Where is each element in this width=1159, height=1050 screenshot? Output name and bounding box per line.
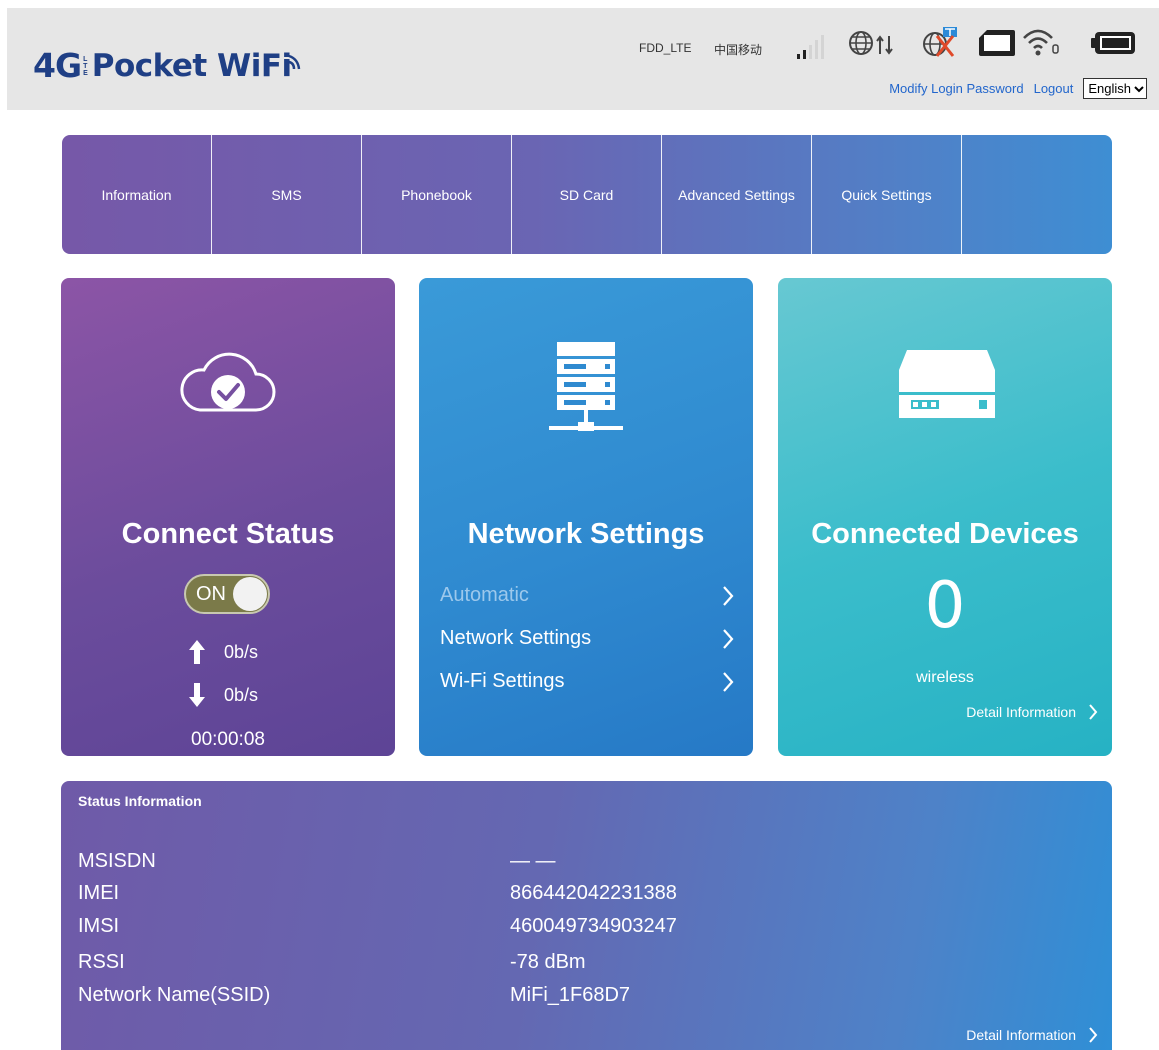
nav-item-sd-card[interactable]: SD Card — [512, 135, 662, 254]
network-mode-label: Automatic — [440, 584, 529, 606]
status-value-rssi: -78 dBm — [510, 951, 586, 973]
main-nav: Information SMS Phonebook SD Card Advanc… — [62, 135, 1112, 254]
status-label-ssid: Network Name(SSID) — [78, 984, 271, 1006]
status-value-imei: 866442042231388 — [510, 882, 677, 904]
connection-uptime: 00:00:08 — [191, 729, 265, 750]
nav-item-phonebook[interactable]: Phonebook — [362, 135, 512, 254]
wifi-icon — [1023, 29, 1059, 56]
upload-rate-value: 0b/s — [224, 641, 259, 662]
connected-devices-title: Connected Devices — [811, 518, 1079, 550]
download-rate-value: 0b/s — [224, 684, 259, 705]
download-arrow-icon — [189, 683, 205, 707]
brand-logo: 4G L T E Pocket WiFi — [33, 32, 308, 82]
nav-item-information[interactable]: Information — [62, 135, 212, 254]
status-label-msisdn: MSISDN — [78, 850, 156, 872]
internet-data-icon — [849, 31, 893, 55]
language-select-value: English — [1088, 81, 1131, 96]
status-label-imei: IMEI — [78, 882, 120, 904]
network-settings-link[interactable]: Network Settings — [440, 627, 734, 650]
connect-status-card: Connect Status ON 0b/s 0b/s 00:00:08 — [61, 278, 395, 756]
chevron-right-icon — [723, 628, 734, 649]
wifi-settings-link[interactable]: Wi-Fi Settings — [440, 670, 734, 693]
status-detail-link[interactable]: Detail Information — [966, 1026, 1098, 1044]
status-information-title: Status Information — [78, 793, 202, 809]
nav-item-sms[interactable]: SMS — [212, 135, 362, 254]
top-header: 4G L T E Pocket WiFi FDD_LTE 中国移动 Modify… — [7, 8, 1159, 110]
battery-icon — [1091, 32, 1135, 54]
network-settings-label: Network Settings — [440, 627, 592, 649]
status-value-imsi: 460049734903247 — [510, 915, 677, 937]
device-type-label: wireless — [916, 669, 974, 686]
status-label-imsi: IMSI — [78, 915, 120, 937]
roaming-disabled-icon — [923, 27, 957, 57]
cloud-check-icon — [180, 352, 276, 412]
chevron-right-icon — [723, 585, 734, 606]
modify-password-link[interactable]: Modify Login Password — [889, 81, 1023, 96]
devices-detail-label: Detail Information — [966, 704, 1076, 720]
chevron-right-icon — [723, 671, 734, 692]
connection-toggle[interactable]: ON — [184, 574, 270, 614]
device-count: 0 — [924, 569, 966, 643]
connected-devices-card: Connected Devices 0 wireless Detail Info… — [778, 278, 1112, 756]
wifi-settings-label: Wi-Fi Settings — [440, 670, 565, 692]
signal-strength-icon — [797, 35, 824, 59]
toggle-label: ON — [196, 583, 226, 605]
server-rack-icon — [549, 342, 623, 431]
language-select[interactable]: English — [1083, 78, 1147, 99]
sim-card-icon — [979, 30, 1015, 56]
chevron-right-icon — [1089, 704, 1098, 720]
network-type-text: FDD_LTE — [639, 41, 692, 55]
operator-name-text: 中国移动 — [714, 43, 763, 57]
network-settings-title: Network Settings — [467, 518, 705, 550]
download-rate: 0b/s — [189, 683, 258, 707]
upload-arrow-icon — [189, 640, 205, 664]
status-label-rssi: RSSI — [78, 951, 125, 973]
nav-item-advanced-settings[interactable]: Advanced Settings — [662, 135, 812, 254]
status-value-msisdn: — — — [510, 850, 556, 872]
account-links: Modify Login Password Logout English — [889, 78, 1147, 99]
network-settings-card: Network Settings Automatic Network Setti… — [419, 278, 753, 756]
wifi-wave-icon — [288, 54, 300, 70]
logout-link[interactable]: Logout — [1034, 81, 1074, 96]
connect-status-title: Connect Status — [121, 518, 335, 550]
chevron-right-icon — [1089, 1027, 1098, 1043]
logo-lte-text: L T E — [83, 56, 88, 77]
status-value-ssid: MiFi_1F68D7 — [510, 984, 631, 1006]
status-detail-label: Detail Information — [966, 1027, 1076, 1043]
status-information-panel: Status Information MSISDN — — IMEI 86644… — [61, 781, 1112, 1050]
logo-product-name: Pocket WiFi — [91, 48, 292, 84]
nav-item-quick-settings[interactable]: Quick Settings — [812, 135, 962, 254]
router-device-icon — [899, 350, 995, 418]
network-mode-automatic[interactable]: Automatic — [440, 584, 734, 607]
devices-detail-link[interactable]: Detail Information — [966, 703, 1098, 721]
upload-rate: 0b/s — [189, 640, 258, 664]
logo-4g-text: 4G — [33, 46, 82, 85]
chevron-down-icon — [1134, 85, 1144, 92]
toggle-knob — [233, 577, 267, 611]
